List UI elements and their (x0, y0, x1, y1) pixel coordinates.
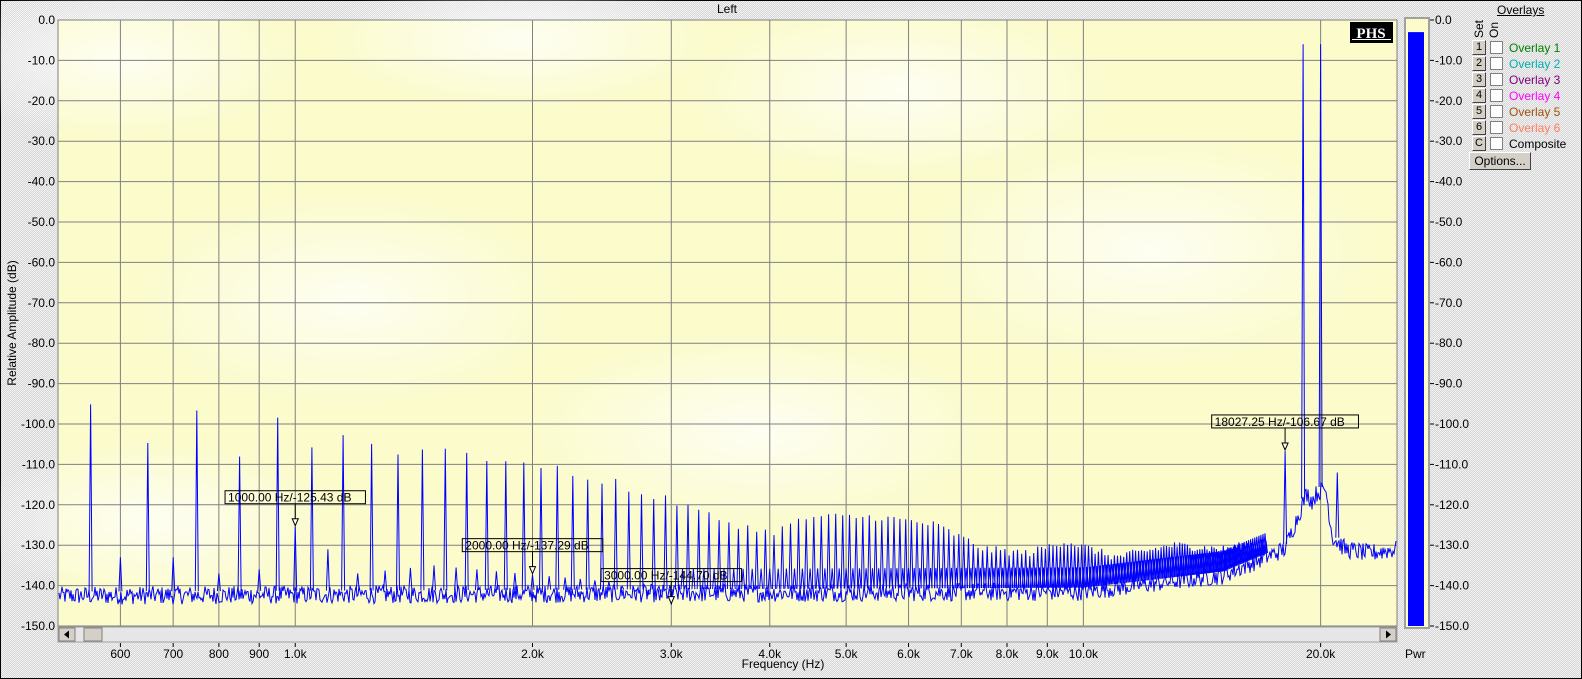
power-tick-label: -20.0 (1435, 94, 1463, 108)
y-tick-label: -80.0 (28, 336, 56, 350)
x-tick-label: 2.0k (521, 647, 545, 661)
power-tick-label: -10.0 (1435, 53, 1463, 67)
y-tick-label: -90.0 (28, 377, 56, 391)
y-tick-label: -30.0 (28, 134, 56, 148)
overlay-label: Overlay 4 (1509, 88, 1561, 103)
overlay-set-button[interactable]: 2 (1472, 56, 1486, 71)
power-meter-label: Pwr (1405, 647, 1426, 661)
x-tick-label: 4.0k (758, 647, 782, 661)
power-meter-bar (1408, 32, 1424, 627)
overlay-label: Composite (1509, 136, 1567, 151)
y-tick-label: -20.0 (28, 94, 56, 108)
overlay-label: Overlay 2 (1509, 56, 1561, 71)
y-tick-label: -130.0 (21, 538, 55, 552)
x-tick-label: 800 (209, 647, 229, 661)
x-tick-label: 7.0k (950, 647, 974, 661)
overlay-label: Overlay 6 (1509, 120, 1561, 135)
overlay-set-button[interactable]: 5 (1472, 104, 1486, 119)
power-tick-label: -30.0 (1435, 134, 1463, 148)
x-axis-label: Frequency (Hz) (742, 657, 825, 671)
marker-label: 3000.00 Hz/-144.70 dB (604, 569, 727, 583)
scroll-left-button[interactable] (58, 627, 76, 642)
spectrum-chart: 1000.00 Hz/-125.43 dB 2000.00 Hz/-137.29 … (0, 0, 1469, 671)
y-tick-label: -120.0 (21, 498, 55, 512)
marker-label: 2000.00 Hz/-137.29 dB (465, 539, 588, 553)
overlay-set-button[interactable]: 6 (1472, 120, 1486, 135)
marker-label: 1000.00 Hz/-125.43 dB (228, 491, 351, 505)
overlay-on-checkbox[interactable] (1490, 105, 1503, 118)
x-tick-label: 20.0k (1306, 647, 1336, 661)
overlay-on-checkbox[interactable] (1490, 89, 1503, 102)
x-tick-label: 8.0k (996, 647, 1020, 661)
x-tick-label: 600 (110, 647, 130, 661)
overlay-row: 5 Overlay 5 (1472, 104, 1560, 119)
overlay-row: 1 Overlay 1 (1472, 40, 1560, 55)
svg-text:PHS: PHS (1356, 26, 1385, 42)
scroll-thumb[interactable] (83, 627, 103, 642)
y-tick-label: -100.0 (21, 417, 55, 431)
y-tick-label: -60.0 (28, 255, 56, 269)
power-tick-label: -40.0 (1435, 175, 1463, 189)
overlay-row: 3 Overlay 3 (1472, 72, 1560, 87)
power-tick-label: -90.0 (1435, 377, 1463, 391)
overlay-on-checkbox[interactable] (1490, 41, 1503, 54)
overlay-set-button[interactable]: 4 (1472, 88, 1486, 103)
overlay-on-checkbox[interactable] (1490, 73, 1503, 86)
overlay-set-button[interactable]: 3 (1472, 72, 1486, 87)
x-tick-label: 5.0k (835, 647, 859, 661)
power-tick-label: -60.0 (1435, 255, 1463, 269)
options-button[interactable]: Options... (1469, 152, 1531, 170)
x-tick-label: 10.0k (1069, 647, 1099, 661)
overlay-on-checkbox[interactable] (1490, 137, 1503, 150)
overlay-label: Overlay 1 (1509, 40, 1561, 55)
y-tick-label: -140.0 (21, 579, 55, 593)
set-column-header: Set (1472, 19, 1486, 38)
overlay-row: 4 Overlay 4 (1472, 88, 1560, 103)
overlay-row: 6 Overlay 6 (1472, 120, 1560, 135)
marker-label: 18027.25 Hz/-106.67 dB (1215, 415, 1345, 429)
power-tick-label: -140.0 (1435, 579, 1469, 593)
y-tick-label: -150.0 (21, 619, 55, 633)
y-tick-label: -70.0 (28, 296, 56, 310)
x-tick-label: 1.0k (284, 647, 308, 661)
x-tick-label: 9.0k (1036, 647, 1060, 661)
y-tick-label: -10.0 (28, 53, 56, 67)
power-tick-label: -120.0 (1435, 498, 1469, 512)
chart-title: Left (717, 2, 738, 16)
on-column-header: On (1487, 21, 1501, 38)
horizontal-scrollbar[interactable] (57, 626, 1398, 643)
overlay-on-checkbox[interactable] (1490, 121, 1503, 134)
overlay-row: 2 Overlay 2 (1472, 56, 1560, 71)
power-tick-label: -100.0 (1435, 417, 1469, 431)
overlay-set-button[interactable]: C (1472, 136, 1486, 151)
y-tick-label: 0.0 (38, 13, 55, 27)
overlays-title: Overlays (1497, 3, 1545, 17)
power-tick-label: -130.0 (1435, 538, 1469, 552)
power-tick-label: 0.0 (1435, 13, 1452, 27)
power-tick-label: -150.0 (1435, 619, 1469, 633)
power-tick-label: -110.0 (1435, 457, 1468, 471)
y-tick-label: -40.0 (28, 175, 56, 189)
power-tick-label: -70.0 (1435, 296, 1463, 310)
overlay-label: Overlay 5 (1509, 104, 1561, 119)
x-tick-label: 3.0k (660, 647, 684, 661)
phs-logo: PHS (1350, 22, 1393, 43)
x-tick-label: 700 (163, 647, 183, 661)
power-tick-label: -50.0 (1435, 215, 1463, 229)
overlay-row: C Composite (1472, 136, 1566, 151)
overlay-set-button[interactable]: 1 (1472, 40, 1486, 55)
overlay-on-checkbox[interactable] (1490, 57, 1503, 70)
scroll-right-button[interactable] (1379, 627, 1397, 642)
y-tick-label: -110.0 (22, 457, 55, 471)
x-tick-label: 900 (249, 647, 269, 661)
y-axis-label: Relative Amplitude (dB) (5, 260, 19, 385)
y-tick-label: -50.0 (28, 215, 56, 229)
x-tick-label: 6.0k (897, 647, 921, 661)
power-tick-label: -80.0 (1435, 336, 1463, 350)
overlay-label: Overlay 3 (1509, 72, 1561, 87)
